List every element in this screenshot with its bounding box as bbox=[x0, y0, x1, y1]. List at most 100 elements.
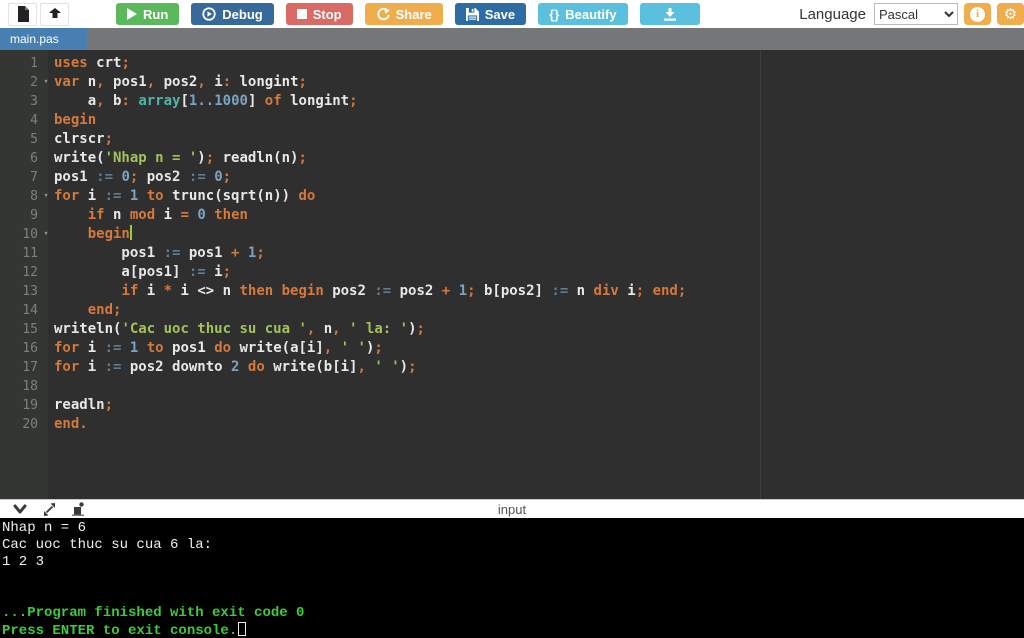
code-line[interactable]: clrscr; bbox=[54, 130, 1024, 149]
code-line[interactable]: var n, pos1, pos2, i: longint; bbox=[54, 73, 1024, 92]
editor-line: 6 write('Nhap n = '); readln(n); bbox=[0, 149, 1024, 168]
fold-arrow-icon[interactable]: ▾ bbox=[38, 225, 54, 244]
ide-app: Run Debug Stop Share Save {} Beautify La… bbox=[0, 0, 1024, 638]
upload-button[interactable] bbox=[40, 2, 69, 26]
code-editor[interactable]: 1 uses crt; 2 ▾ var n, pos1, pos2, i: longin… bbox=[0, 50, 1024, 499]
code-line[interactable]: for i := pos2 downto 2 do write(b[i], ' … bbox=[54, 358, 1024, 377]
editor-line: 8 ▾ for i := 1 to trunc(sqrt(n)) do bbox=[0, 187, 1024, 206]
editor-line: 9 if n mod i = 0 then bbox=[0, 206, 1024, 225]
line-number: 18 bbox=[22, 379, 38, 394]
run-label: Run bbox=[143, 6, 169, 22]
top-toolbar: Run Debug Stop Share Save {} Beautify La… bbox=[0, 0, 1024, 28]
console-stdin-button[interactable] bbox=[69, 501, 87, 517]
stop-label: Stop bbox=[312, 6, 342, 22]
debug-label: Debug bbox=[222, 6, 263, 22]
stop-square-icon bbox=[296, 9, 307, 19]
fold-gutter bbox=[38, 320, 54, 339]
play-icon bbox=[127, 8, 137, 20]
line-number: 4 bbox=[30, 113, 38, 128]
fold-arrow-icon[interactable]: ▾ bbox=[38, 187, 54, 206]
line-number: 6 bbox=[30, 151, 38, 166]
code-line[interactable]: uses crt; bbox=[54, 54, 1024, 73]
editor-line: 11 pos1 := pos1 + 1; bbox=[0, 244, 1024, 263]
editor-line: 2 ▾ var n, pos1, pos2, i: longint; bbox=[0, 73, 1024, 92]
editor-line: 19 readln; bbox=[0, 396, 1024, 415]
code-line[interactable]: end; bbox=[54, 301, 1024, 320]
save-floppy-icon bbox=[465, 7, 479, 21]
line-number: 7 bbox=[30, 170, 38, 185]
line-number: 17 bbox=[22, 360, 38, 375]
code-line[interactable]: pos1 := pos1 + 1; bbox=[54, 244, 1024, 263]
code-line[interactable]: write('Nhap n = '); readln(n); bbox=[54, 149, 1024, 168]
code-line[interactable]: a, b: array[1..1000] of longint; bbox=[54, 92, 1024, 111]
code-line[interactable]: writeln('Cac uoc thuc su cua ', n, ' la:… bbox=[54, 320, 1024, 339]
beautify-label: Beautify bbox=[565, 6, 617, 22]
editor-line: 20 end. bbox=[0, 415, 1024, 434]
line-number: 14 bbox=[22, 303, 38, 318]
line-number: 8 bbox=[30, 189, 38, 204]
console-lines: Nhap n = 6 Cac uoc thuc su cua 6 la: 1 2 3… bbox=[2, 520, 1024, 638]
share-button[interactable]: Share bbox=[364, 3, 443, 25]
new-file-button[interactable] bbox=[8, 2, 37, 26]
code-line[interactable]: begin bbox=[54, 225, 1024, 244]
save-label: Save bbox=[484, 6, 516, 22]
line-number: 20 bbox=[22, 417, 38, 432]
tab-label: main.pas bbox=[10, 32, 59, 46]
editor-line: 1 uses crt; bbox=[0, 54, 1024, 73]
language-label: Language bbox=[799, 5, 866, 23]
code-line[interactable]: for i := 1 to pos1 do write(a[i], ' '); bbox=[54, 339, 1024, 358]
console-line: Cac uoc thuc su cua 6 la: bbox=[2, 537, 213, 553]
line-number: 13 bbox=[22, 284, 38, 299]
debug-play-circle-icon bbox=[202, 7, 216, 21]
code-line[interactable]: for i := 1 to trunc(sqrt(n)) do bbox=[54, 187, 1024, 206]
line-number: 12 bbox=[22, 265, 38, 280]
info-button[interactable]: i bbox=[964, 3, 991, 25]
braces-icon: {} bbox=[549, 6, 560, 22]
console-stdin-icon bbox=[71, 502, 84, 516]
download-icon bbox=[663, 7, 676, 21]
code-line[interactable]: end. bbox=[54, 415, 1024, 434]
fold-gutter bbox=[38, 396, 54, 415]
fold-gutter bbox=[38, 111, 54, 130]
fold-gutter bbox=[38, 263, 54, 282]
editor-line: 16 for i := 1 to pos1 do write(a[i], ' ')… bbox=[0, 339, 1024, 358]
editor-line: 5 clrscr; bbox=[0, 130, 1024, 149]
stop-button[interactable]: Stop bbox=[285, 3, 353, 25]
tab-main-pas[interactable]: main.pas bbox=[0, 28, 87, 50]
fold-gutter bbox=[38, 130, 54, 149]
run-button[interactable]: Run bbox=[116, 3, 180, 25]
editor-line: 4 begin bbox=[0, 111, 1024, 130]
editor-line: 18 bbox=[0, 377, 1024, 396]
code-line[interactable] bbox=[54, 377, 1024, 396]
code-line[interactable]: a[pos1] := i; bbox=[54, 263, 1024, 282]
console-line: Press ENTER to exit console. bbox=[2, 622, 1024, 638]
fold-gutter bbox=[38, 415, 54, 434]
code-line[interactable]: pos1 := 0; pos2 := 0; bbox=[54, 168, 1024, 187]
code-line[interactable]: readln; bbox=[54, 396, 1024, 415]
share-label: Share bbox=[395, 6, 432, 22]
fold-gutter bbox=[38, 168, 54, 187]
debug-button[interactable]: Debug bbox=[191, 3, 274, 25]
console-output[interactable]: Nhap n = 6 Cac uoc thuc su cua 6 la: 1 2 3… bbox=[0, 518, 1024, 638]
code-line[interactable]: if i * i <> n then begin pos2 := pos2 + … bbox=[54, 282, 1024, 301]
expand-console-button[interactable] bbox=[40, 501, 58, 517]
fold-gutter bbox=[38, 149, 54, 168]
line-number: 1 bbox=[30, 56, 38, 71]
editor-line: 13 if i * i <> n then begin pos2 := pos2… bbox=[0, 282, 1024, 301]
code-line[interactable]: if n mod i = 0 then bbox=[54, 206, 1024, 225]
editor-line: 3 a, b: array[1..1000] of longint; bbox=[0, 92, 1024, 111]
fold-arrow-icon[interactable]: ▾ bbox=[38, 73, 54, 92]
console-input-tab-label: input bbox=[497, 501, 527, 517]
code-line[interactable]: begin bbox=[54, 111, 1024, 130]
collapse-console-button[interactable] bbox=[11, 501, 29, 517]
fold-gutter bbox=[38, 244, 54, 263]
settings-button[interactable]: ⚙ bbox=[997, 3, 1024, 25]
console-line: ...Program finished with exit code 0 bbox=[2, 605, 305, 621]
save-button[interactable]: Save bbox=[454, 3, 527, 25]
fold-gutter bbox=[38, 358, 54, 377]
language-select[interactable]: Pascal bbox=[874, 3, 958, 25]
beautify-button[interactable]: {} Beautify bbox=[538, 3, 628, 25]
line-number: 3 bbox=[30, 94, 38, 109]
download-button[interactable] bbox=[639, 3, 700, 25]
